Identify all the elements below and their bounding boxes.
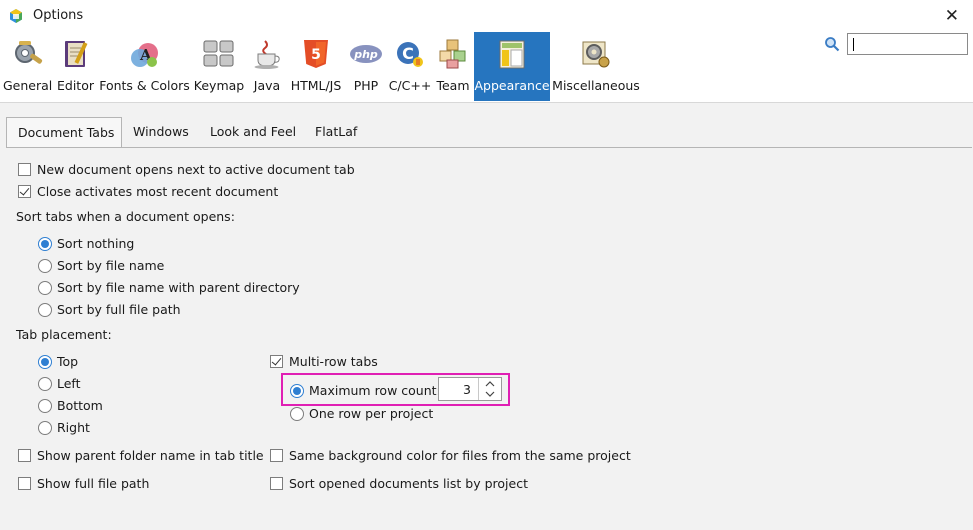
category-label: General [3,78,53,93]
checkbox-box[interactable] [18,449,31,462]
radio-label: Maximum row count: [309,383,441,398]
radio-label: Bottom [57,398,103,413]
category-label: HTML/JS [290,78,342,93]
checkbox-label: Show full file path [37,476,150,491]
close-icon[interactable]: ✕ [945,6,959,26]
checkbox-box[interactable] [18,163,31,176]
category-appearance[interactable]: Appearance [474,32,550,101]
palette-icon: A [130,43,158,67]
category-label: C/C++ [388,78,432,93]
appearance-layout-icon [499,40,525,69]
max-row-count-spinner[interactable]: 3 [438,377,502,401]
svg-text:php: php [353,48,378,61]
category-keymap[interactable]: Keymap [192,32,246,101]
radio-button[interactable] [38,237,52,251]
html5-icon: 5 [304,40,328,68]
radio-button[interactable] [38,421,52,435]
category-html-js[interactable]: 5 HTML/JS [288,32,344,101]
sort-heading: Sort tabs when a document opens: [16,209,235,224]
category-fonts-colors[interactable]: A Fonts & Colors [99,32,190,101]
radio-button[interactable] [38,303,52,317]
category-editor[interactable]: Editor [53,32,98,101]
tab-label: Document Tabs [18,125,115,140]
search-icon [825,37,840,52]
radio-button[interactable] [290,407,304,421]
radio-label: Sort by file name with parent directory [57,280,300,295]
radio-label: Right [57,420,90,435]
checkbox-label: Show parent folder name in tab title [37,448,264,463]
tab-label: Look and Feel [210,124,297,139]
notebook-pen-icon [64,41,87,67]
category-php[interactable]: php PHP [346,32,386,101]
tab-look-and-feel[interactable]: Look and Feel [199,117,307,148]
chevron-up-icon[interactable] [479,378,501,389]
radio-button[interactable] [38,281,52,295]
checkbox-box[interactable] [270,477,283,490]
misc-gears-icon [582,41,610,68]
radio-label: Top [57,354,79,369]
radio-label: Left [57,376,81,391]
spinner-value[interactable]: 3 [463,382,471,397]
window-title: Options [33,8,84,23]
title-bar: Options ✕ [0,0,973,32]
checkbox-box[interactable] [18,477,31,490]
team-cubes-icon [439,39,466,69]
placement-heading: Tab placement: [16,327,112,342]
gear-wrench-icon [14,41,42,64]
category-label: Team [436,78,470,93]
category-c-cpp[interactable]: C C/C++ [388,32,432,101]
text-caret [853,38,854,51]
tab-flatlaf[interactable]: FlatLaf [304,117,368,148]
checkbox-label: Sort opened documents list by project [289,476,528,491]
spinner-buttons [478,378,501,400]
category-label: Keymap [193,78,245,93]
checkbox-label: Same background color for files from the… [289,448,631,463]
radio-button[interactable] [38,399,52,413]
checkbox-box[interactable] [270,355,283,368]
chevron-down-icon[interactable] [479,389,501,400]
radio-button[interactable] [38,377,52,391]
tab-label: Windows [133,124,189,139]
c-cpp-icon: C [397,42,423,67]
category-java[interactable]: Java [248,32,286,101]
category-label: Fonts & Colors [99,78,190,93]
category-miscellaneous[interactable]: Miscellaneous [552,32,640,101]
php-icon: php [350,45,382,63]
category-general[interactable]: General [3,32,52,101]
checkbox-box[interactable] [18,185,31,198]
tab-label: FlatLaf [315,124,358,139]
radio-button[interactable] [290,384,304,398]
radio-label: Sort by file name [57,258,165,273]
radio-button[interactable] [38,259,52,273]
search-input[interactable] [847,33,968,55]
category-label: Appearance [474,78,550,93]
radio-button[interactable] [38,355,52,369]
checkbox-label: New document opens next to active docume… [37,162,355,177]
svg-text:5: 5 [311,47,321,63]
category-label: Miscellaneous [552,78,640,93]
radio-label: Sort by full file path [57,302,181,317]
checkbox-label: Multi-row tabs [289,354,378,369]
radio-label: One row per project [309,406,434,421]
category-label: Java [253,78,281,93]
java-cup-icon [254,40,280,69]
checkbox-box[interactable] [270,449,283,462]
netbeans-logo-icon [10,9,22,23]
category-toolbar: General Editor A Fonts & Colors Keymap J… [0,32,973,103]
category-team[interactable]: Team [434,32,472,101]
category-label: Editor [57,78,94,93]
tab-windows[interactable]: Windows [122,117,200,148]
radio-label: Sort nothing [57,236,135,251]
svg-text:C: C [402,44,414,63]
checkbox-label: Close activates most recent document [37,184,279,199]
keyboard-icon [203,40,234,67]
tab-divider [6,147,972,148]
tab-document-tabs[interactable]: Document Tabs [6,117,122,148]
category-label: PHP [353,78,379,93]
